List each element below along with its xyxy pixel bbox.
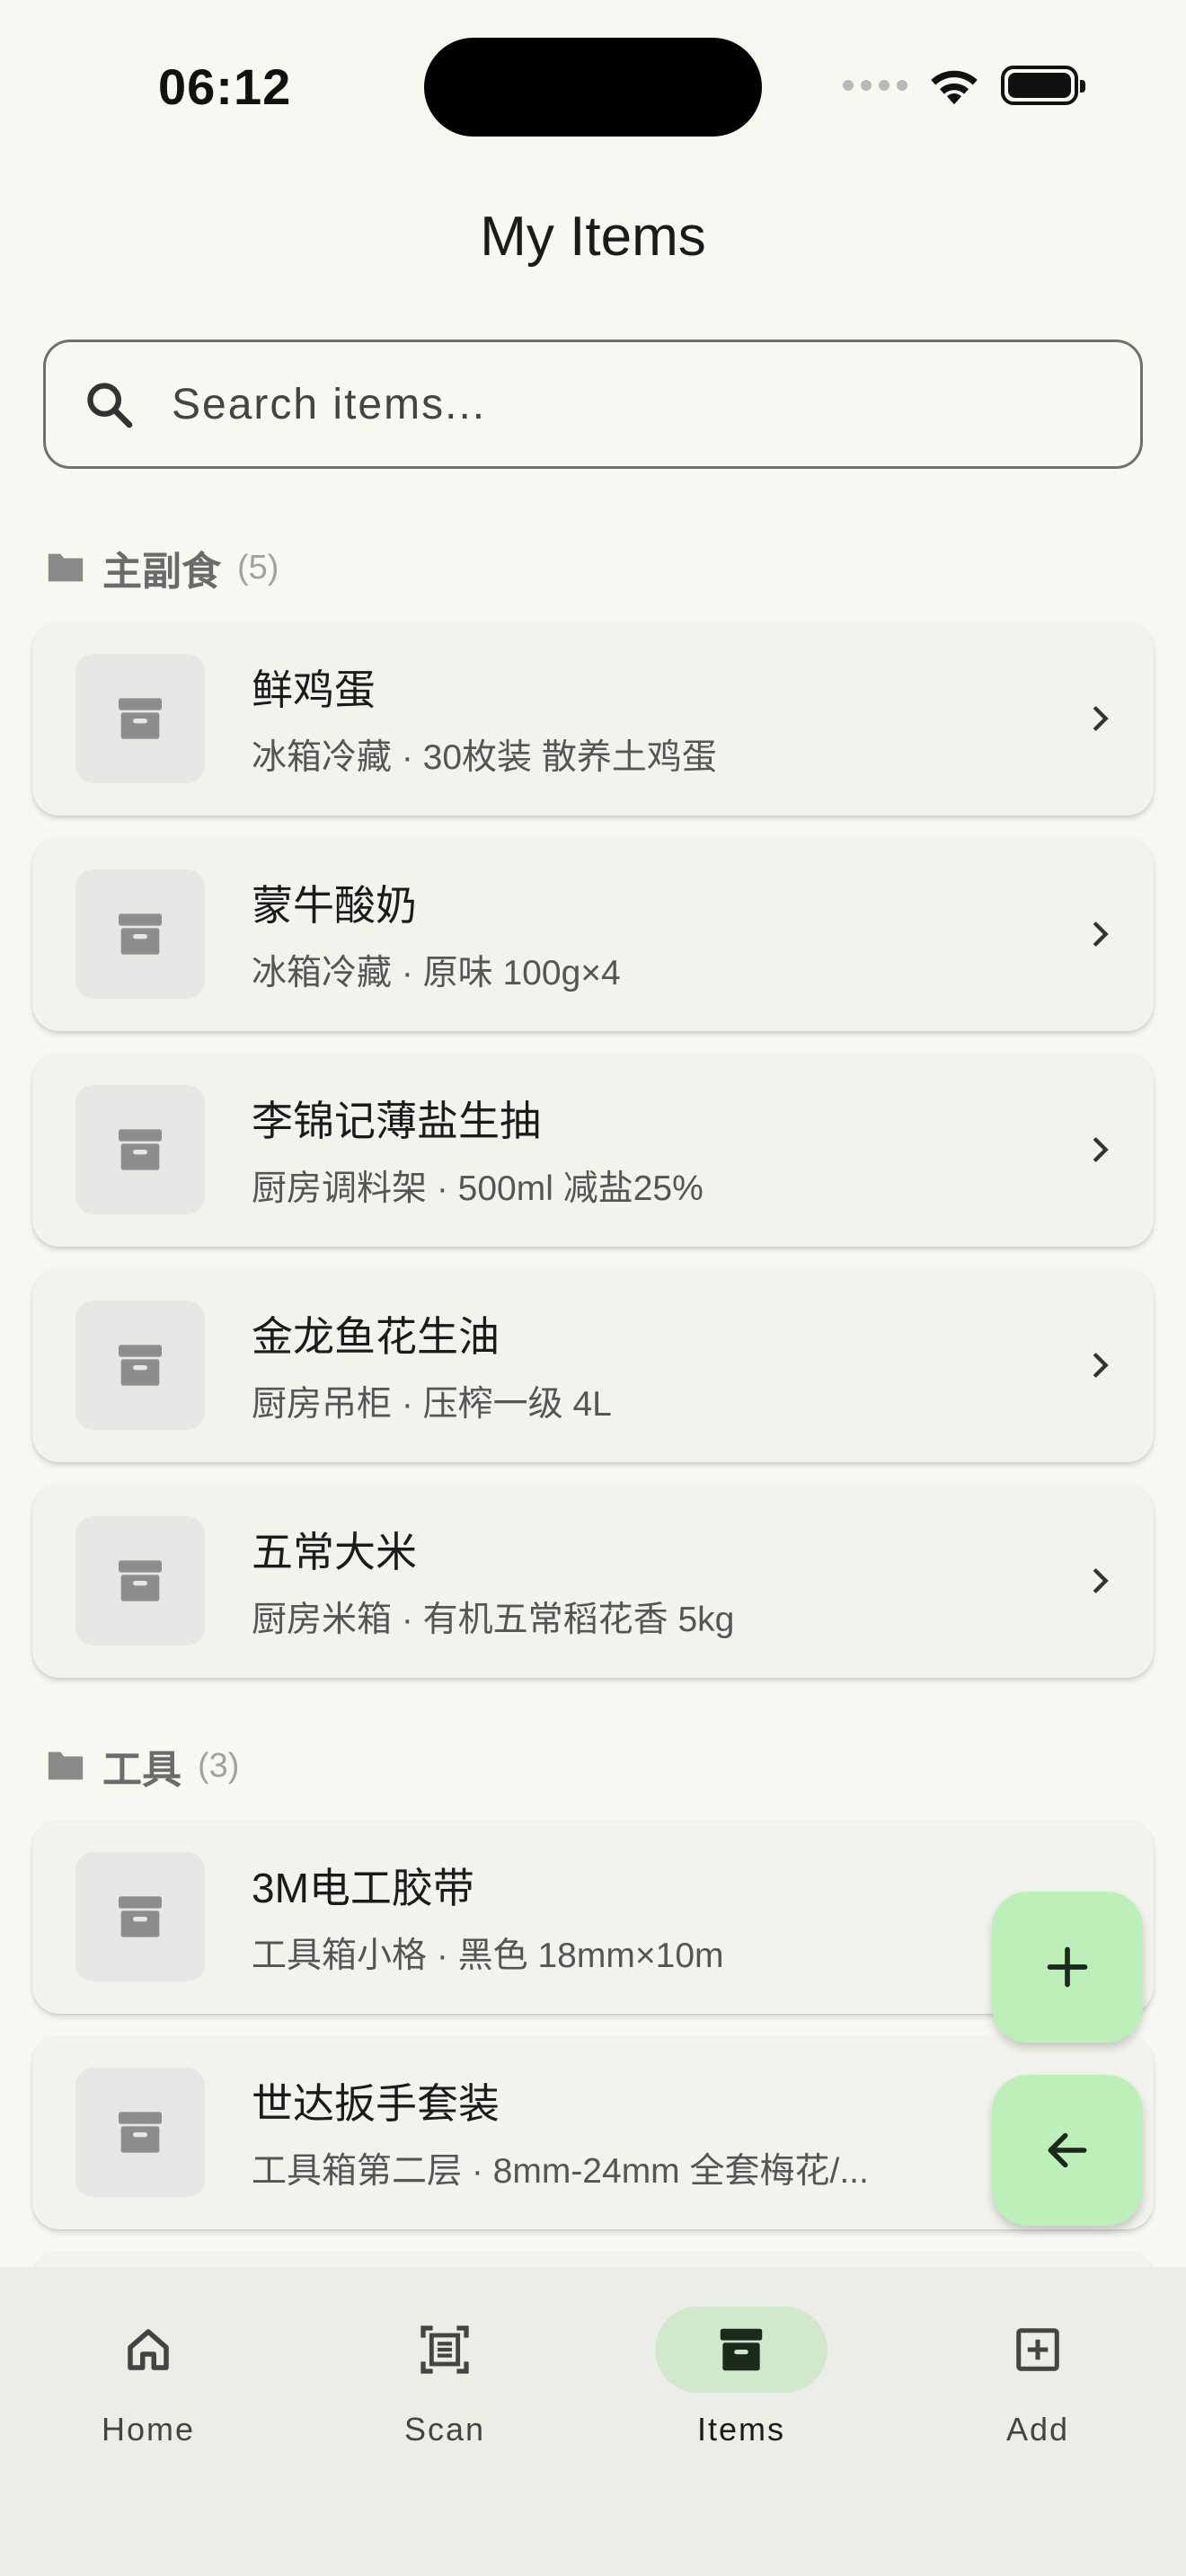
archive-icon [119,698,162,739]
item-name: 五常大米 [252,1529,417,1575]
nav-label: Items [696,2411,785,2448]
scan-icon [420,2325,469,2374]
folder-icon [48,1751,84,1780]
item-description: 厨房调料架 · 500ml 减盐25% [252,1169,704,1208]
chevron-right-icon [1046,916,1154,952]
item-description: 冰箱冷藏 · 30枚装 散养土鸡蛋 [252,738,717,777]
search-icon [46,378,172,430]
item-thumbnail [75,1301,205,1430]
plus-icon [1047,1946,1088,1988]
battery-icon [1001,66,1085,105]
signal-icon [843,80,907,91]
item-thumbnail [75,1516,205,1645]
dynamic-island [424,38,762,137]
item-thumbnail [75,2068,205,2197]
item-name: 李锦记薄盐生抽 [252,1098,541,1144]
item-name: 世达扳手套装 [252,2080,500,2127]
search-input[interactable] [172,342,1140,466]
back-fab[interactable] [992,2075,1143,2226]
archive-icon [119,1560,162,1601]
home-icon [128,2329,169,2370]
item-thumbnail [75,1852,205,1981]
section-header-staple-food[interactable]: 主副食 (5) [45,539,279,596]
add-box-icon [1016,2328,1059,2371]
list-item[interactable]: 五常大米 厨房米箱 · 有机五常稻花香 5kg [32,1484,1154,1678]
wifi-icon [931,70,978,105]
section-name: 主副食 [102,550,221,594]
chevron-right-icon [1046,701,1154,737]
archive-icon [119,2112,162,2153]
list-item[interactable]: 世达扳手套装 工具箱第二层 · 8mm-24mm 全套梅花/... [32,2035,1154,2229]
nav-label: Home [101,2411,196,2448]
list-item[interactable]: 鲜鸡蛋 冰箱冷藏 · 30枚装 散养土鸡蛋 [32,622,1154,816]
list-item[interactable]: 李锦记薄盐生抽 厨房调料架 · 500ml 减盐25% [32,1053,1154,1247]
item-name: 蒙牛酸奶 [252,882,417,929]
item-thumbnail [75,869,205,999]
item-name: 鲜鸡蛋 [252,666,376,713]
nav-scan[interactable]: Scan [296,2307,593,2448]
list-item[interactable]: 蒙牛酸奶 冰箱冷藏 · 原味 100g×4 [32,837,1154,1031]
section-name: 工具 [102,1748,181,1792]
archive-icon [119,913,162,955]
bottom-navigation: Home Scan Items Add [0,2267,1186,2576]
item-description: 厨房吊柜 · 压榨一级 4L [252,1385,612,1424]
list-item[interactable]: 金龙鱼花生油 厨房吊柜 · 压榨一级 4L [32,1268,1154,1462]
list-item[interactable]: 3M电工胶带 工具箱小格 · 黑色 18mm×10m [32,1820,1154,2014]
item-thumbnail [75,1085,205,1214]
nav-items[interactable]: Items [593,2307,890,2448]
archive-icon [119,1896,162,1937]
chevron-right-icon [1046,1347,1154,1383]
add-item-fab[interactable] [992,1892,1143,2042]
search-box[interactable] [43,340,1143,469]
nav-add[interactable]: Add [890,2307,1186,2448]
page-title: My Items [480,206,706,268]
chevron-right-icon [1046,1132,1154,1168]
item-name: 金龙鱼花生油 [252,1313,500,1360]
status-icons [843,65,1085,106]
section-header-tools[interactable]: 工具 (3) [45,1737,239,1795]
nav-home[interactable]: Home [0,2307,296,2448]
section-count: (3) [198,1746,240,1785]
item-description: 冰箱冷藏 · 原味 100g×4 [252,954,621,992]
arrow-left-icon [1048,2132,1087,2168]
nav-label: Scan [403,2411,486,2448]
section-count: (5) [237,548,279,587]
folder-icon [48,553,84,582]
archive-icon [119,1345,162,1386]
status-time: 06:12 [158,58,292,115]
item-description: 工具箱小格 · 黑色 18mm×10m [252,1936,724,1975]
archive-icon [720,2328,763,2371]
item-description: 工具箱第二层 · 8mm-24mm 全套梅花/... [252,2152,869,2191]
item-description: 厨房米箱 · 有机五常稻花香 5kg [252,1601,735,1639]
item-name: 3M电工胶带 [252,1865,474,1911]
chevron-right-icon [1046,1563,1154,1599]
nav-label: Add [1005,2411,1070,2448]
item-thumbnail [75,654,205,783]
archive-icon [119,1129,162,1170]
